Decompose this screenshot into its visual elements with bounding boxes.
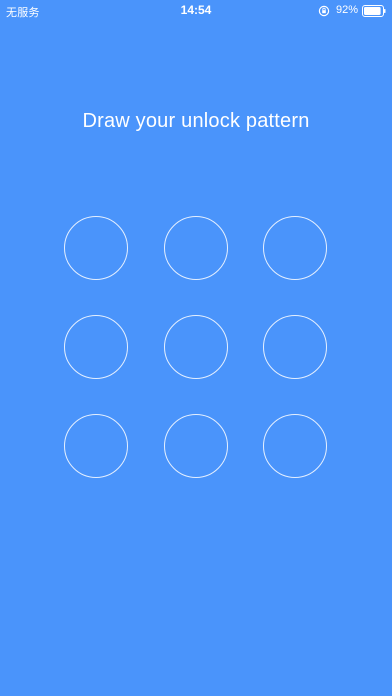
pattern-dot-2[interactable] bbox=[164, 216, 228, 280]
pattern-dot-3[interactable] bbox=[263, 216, 327, 280]
pattern-grid[interactable] bbox=[0, 0, 392, 696]
pattern-dot-9[interactable] bbox=[263, 414, 327, 478]
pattern-dot-1[interactable] bbox=[64, 216, 128, 280]
pattern-dot-8[interactable] bbox=[164, 414, 228, 478]
pattern-dot-6[interactable] bbox=[263, 315, 327, 379]
pattern-dot-7[interactable] bbox=[64, 414, 128, 478]
pattern-dot-5[interactable] bbox=[164, 315, 228, 379]
pattern-dot-4[interactable] bbox=[64, 315, 128, 379]
